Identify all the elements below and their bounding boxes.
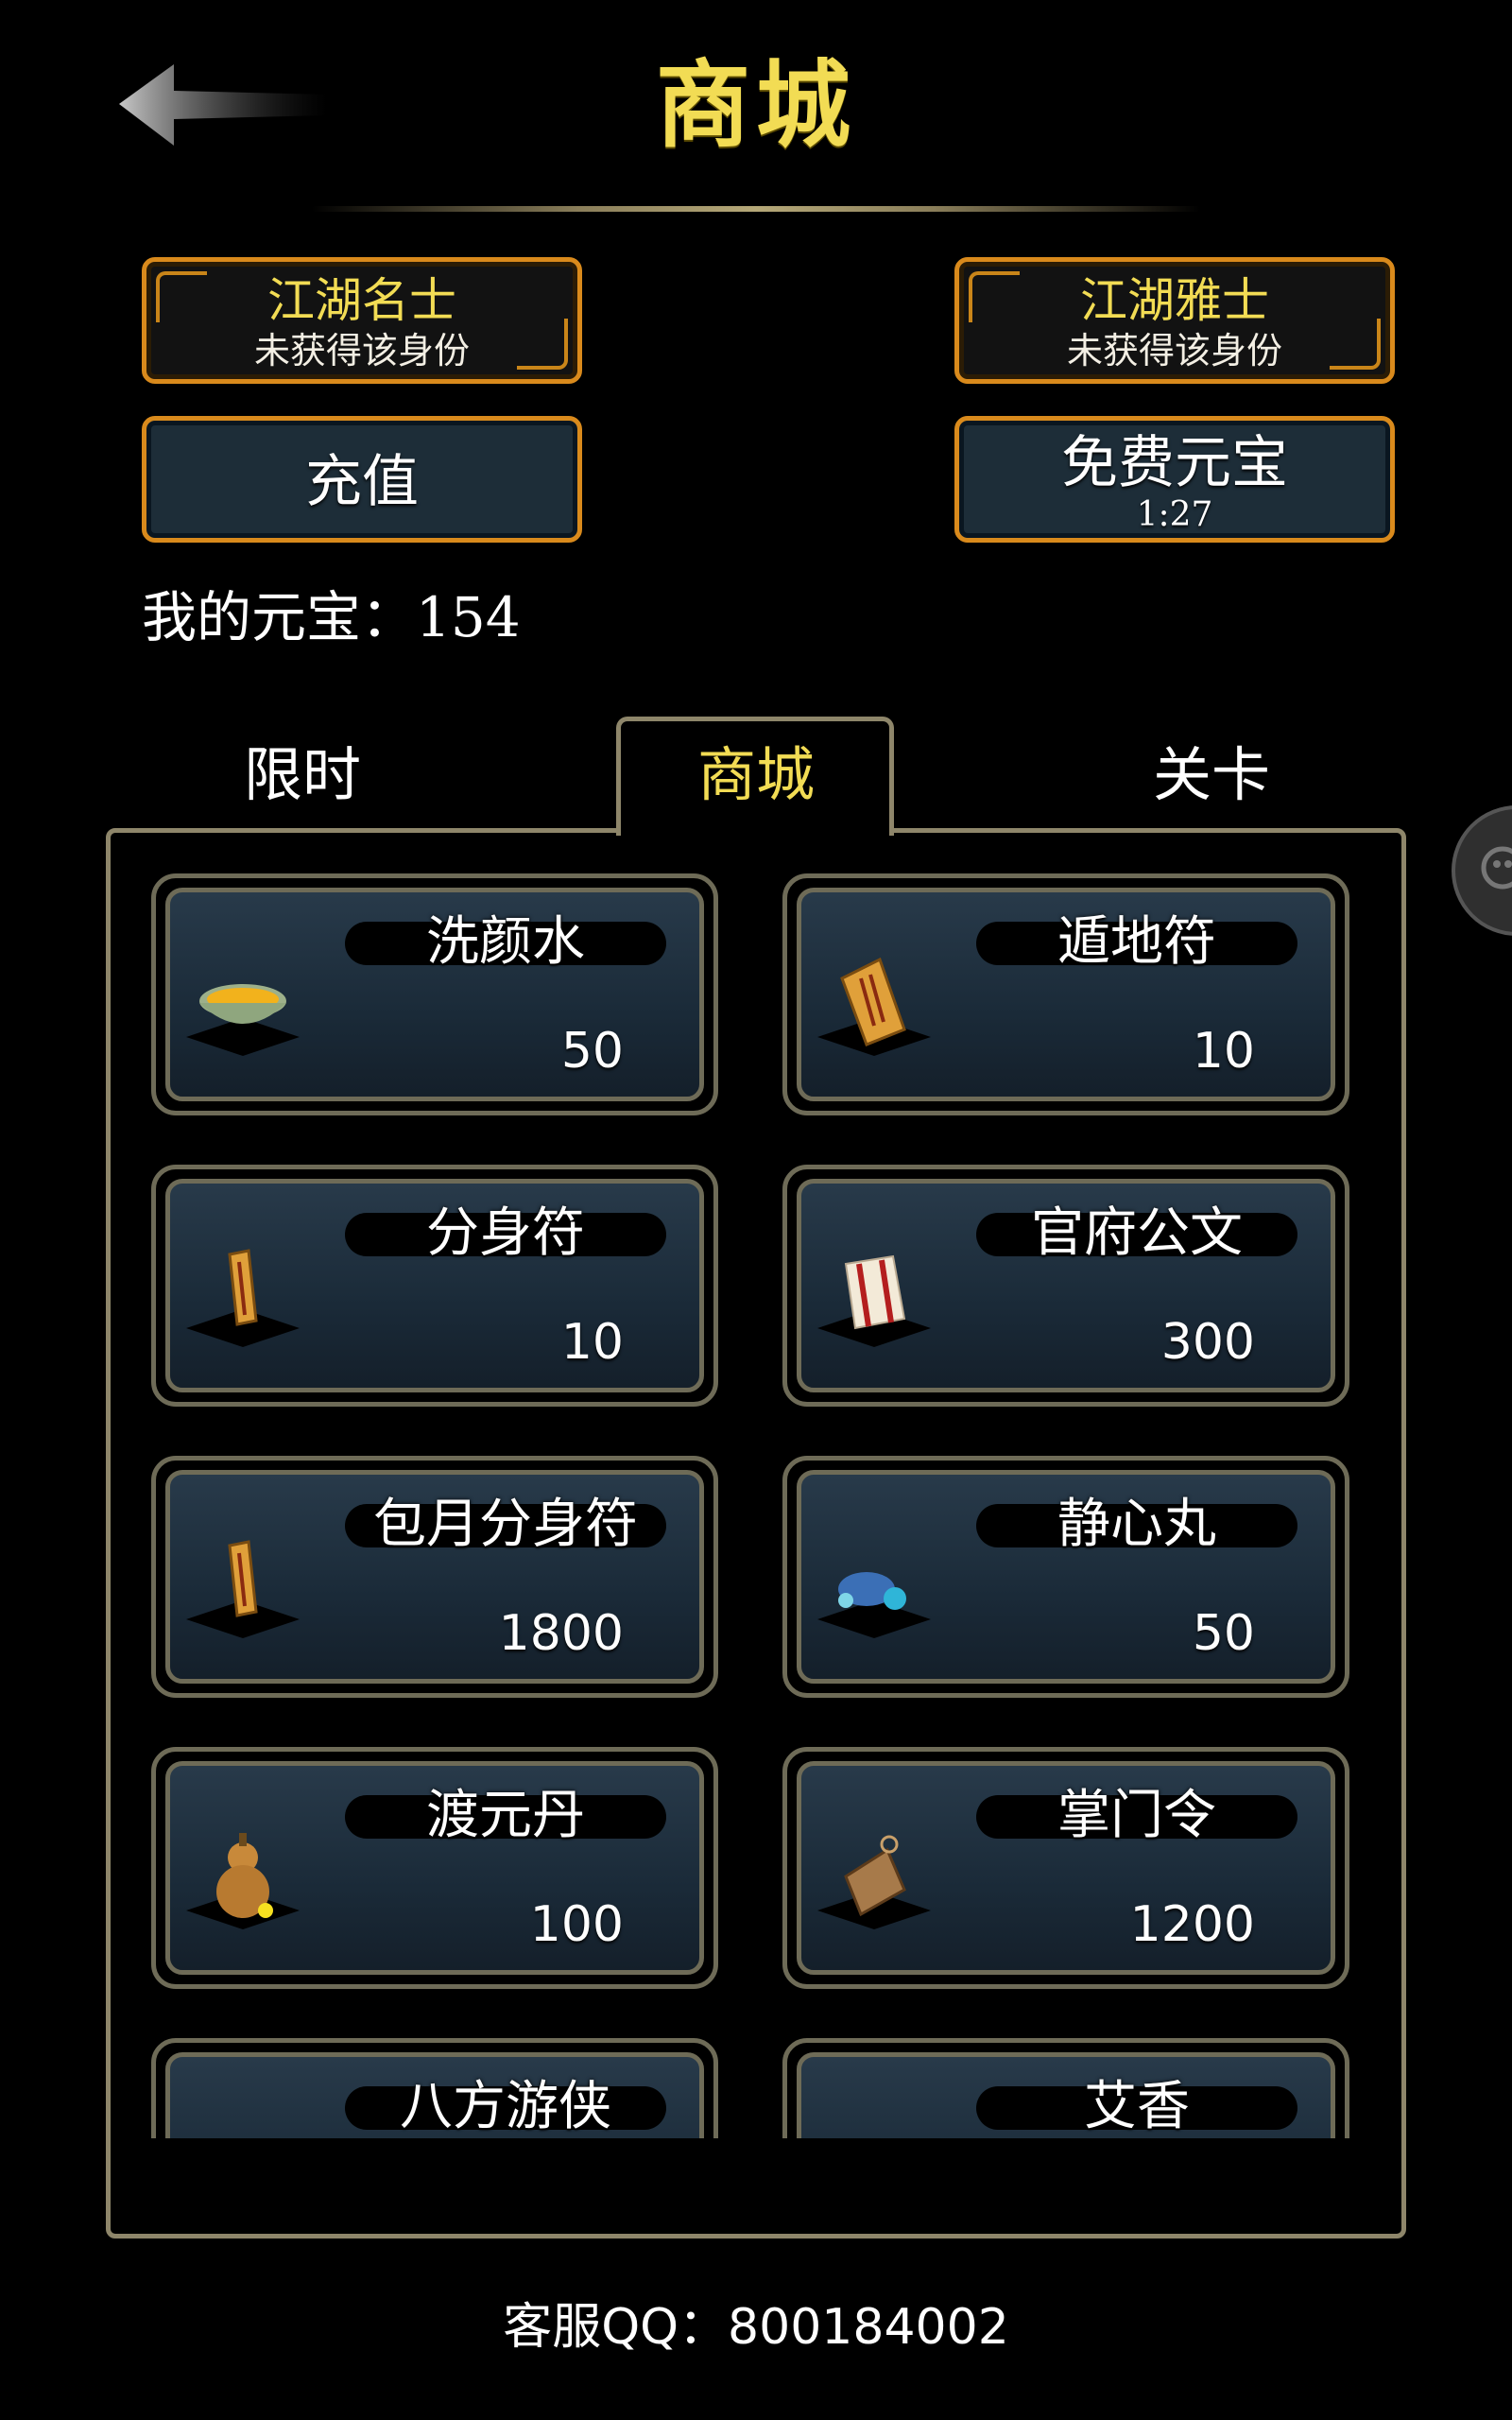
shop-item[interactable]: 分身符 10 [151,1165,718,1407]
item-price: 300 [1160,1314,1255,1371]
status-title: 江湖名士 [267,273,456,328]
shop-item[interactable]: 艾香 [782,2038,1349,2138]
tab-stages[interactable]: 关卡 [1098,728,1325,822]
item-price: 10 [560,1314,624,1371]
bowl-icon [186,984,300,1056]
token-icon [817,1835,931,1929]
item-name: 分身符 [426,1202,585,1264]
item-price: 1800 [498,1605,624,1662]
face-icon [1481,846,1512,890]
shop-item[interactable]: 官府公文 300 [782,1165,1349,1407]
item-price: 50 [1192,1605,1255,1662]
gourd-icon [186,1833,300,1929]
status-card-jianghu-yashi[interactable]: 江湖雅士 未获得该身份 [954,257,1395,384]
free-ingots-timer: 1:27 [1136,495,1213,534]
shop-item[interactable]: 包月分身符 1800 [151,1456,718,1698]
item-name: 静心丸 [1057,1494,1216,1555]
item-name: 渡元丹 [426,1785,585,1846]
recharge-label: 充值 [305,449,419,515]
shop-item[interactable]: 八方游侠 [151,2038,718,2138]
item-name: 艾香 [1084,2076,1190,2137]
recharge-button[interactable]: 充值 [142,416,582,543]
shop-item[interactable]: 遁地符 10 [782,873,1349,1115]
tab-gap [621,824,889,836]
status-subtitle: 未获得该身份 [1066,330,1282,372]
document-icon [817,1254,931,1347]
talisman-icon [186,1249,300,1347]
status-subtitle: 未获得该身份 [253,330,470,372]
item-name: 八方游侠 [400,2076,611,2137]
shop-item[interactable]: 洗颜水 50 [151,873,718,1115]
talisman-icon [817,957,931,1056]
item-name: 掌门令 [1057,1785,1216,1846]
free-ingots-button[interactable]: 免费元宝 1:27 [954,416,1395,543]
free-ingots-label: 免费元宝 [1061,430,1288,496]
item-price: 100 [529,1896,624,1953]
floating-assistant-button[interactable] [1452,805,1512,936]
tab-limited[interactable]: 限时 [189,728,416,822]
incense-icon [817,2115,940,2138]
page-title: 商城 [656,49,856,161]
item-price: 50 [560,1023,624,1080]
tab-shop[interactable]: 商城 [643,728,869,822]
shop-item[interactable]: 渡元丹 100 [151,1747,718,1989]
flower-icon [186,2115,309,2138]
talisman-icon [186,1540,300,1638]
title-divider [312,206,1200,212]
item-price: 10 [1192,1023,1255,1080]
item-name: 官府公文 [1031,1202,1243,1264]
status-title: 江湖雅士 [1080,273,1269,328]
ingot-balance: 我的元宝：154 [142,585,521,649]
item-name: 遁地符 [1057,911,1216,973]
status-card-jianghu-mingshi[interactable]: 江湖名士 未获得该身份 [142,257,582,384]
item-name: 包月分身符 [373,1494,638,1555]
customer-support-qq: 客服QQ：800184002 [503,2299,1009,2356]
item-name: 洗颜水 [426,911,585,973]
item-grid: 洗颜水 50 遁地符 10 分身符 10 官府公文 300 包月分身符 1800… [142,860,1370,2138]
shop-item[interactable]: 掌门令 1200 [782,1747,1349,1989]
pill-icon [817,1572,931,1638]
shop-item[interactable]: 静心丸 50 [782,1456,1349,1698]
item-price: 1200 [1129,1896,1255,1953]
